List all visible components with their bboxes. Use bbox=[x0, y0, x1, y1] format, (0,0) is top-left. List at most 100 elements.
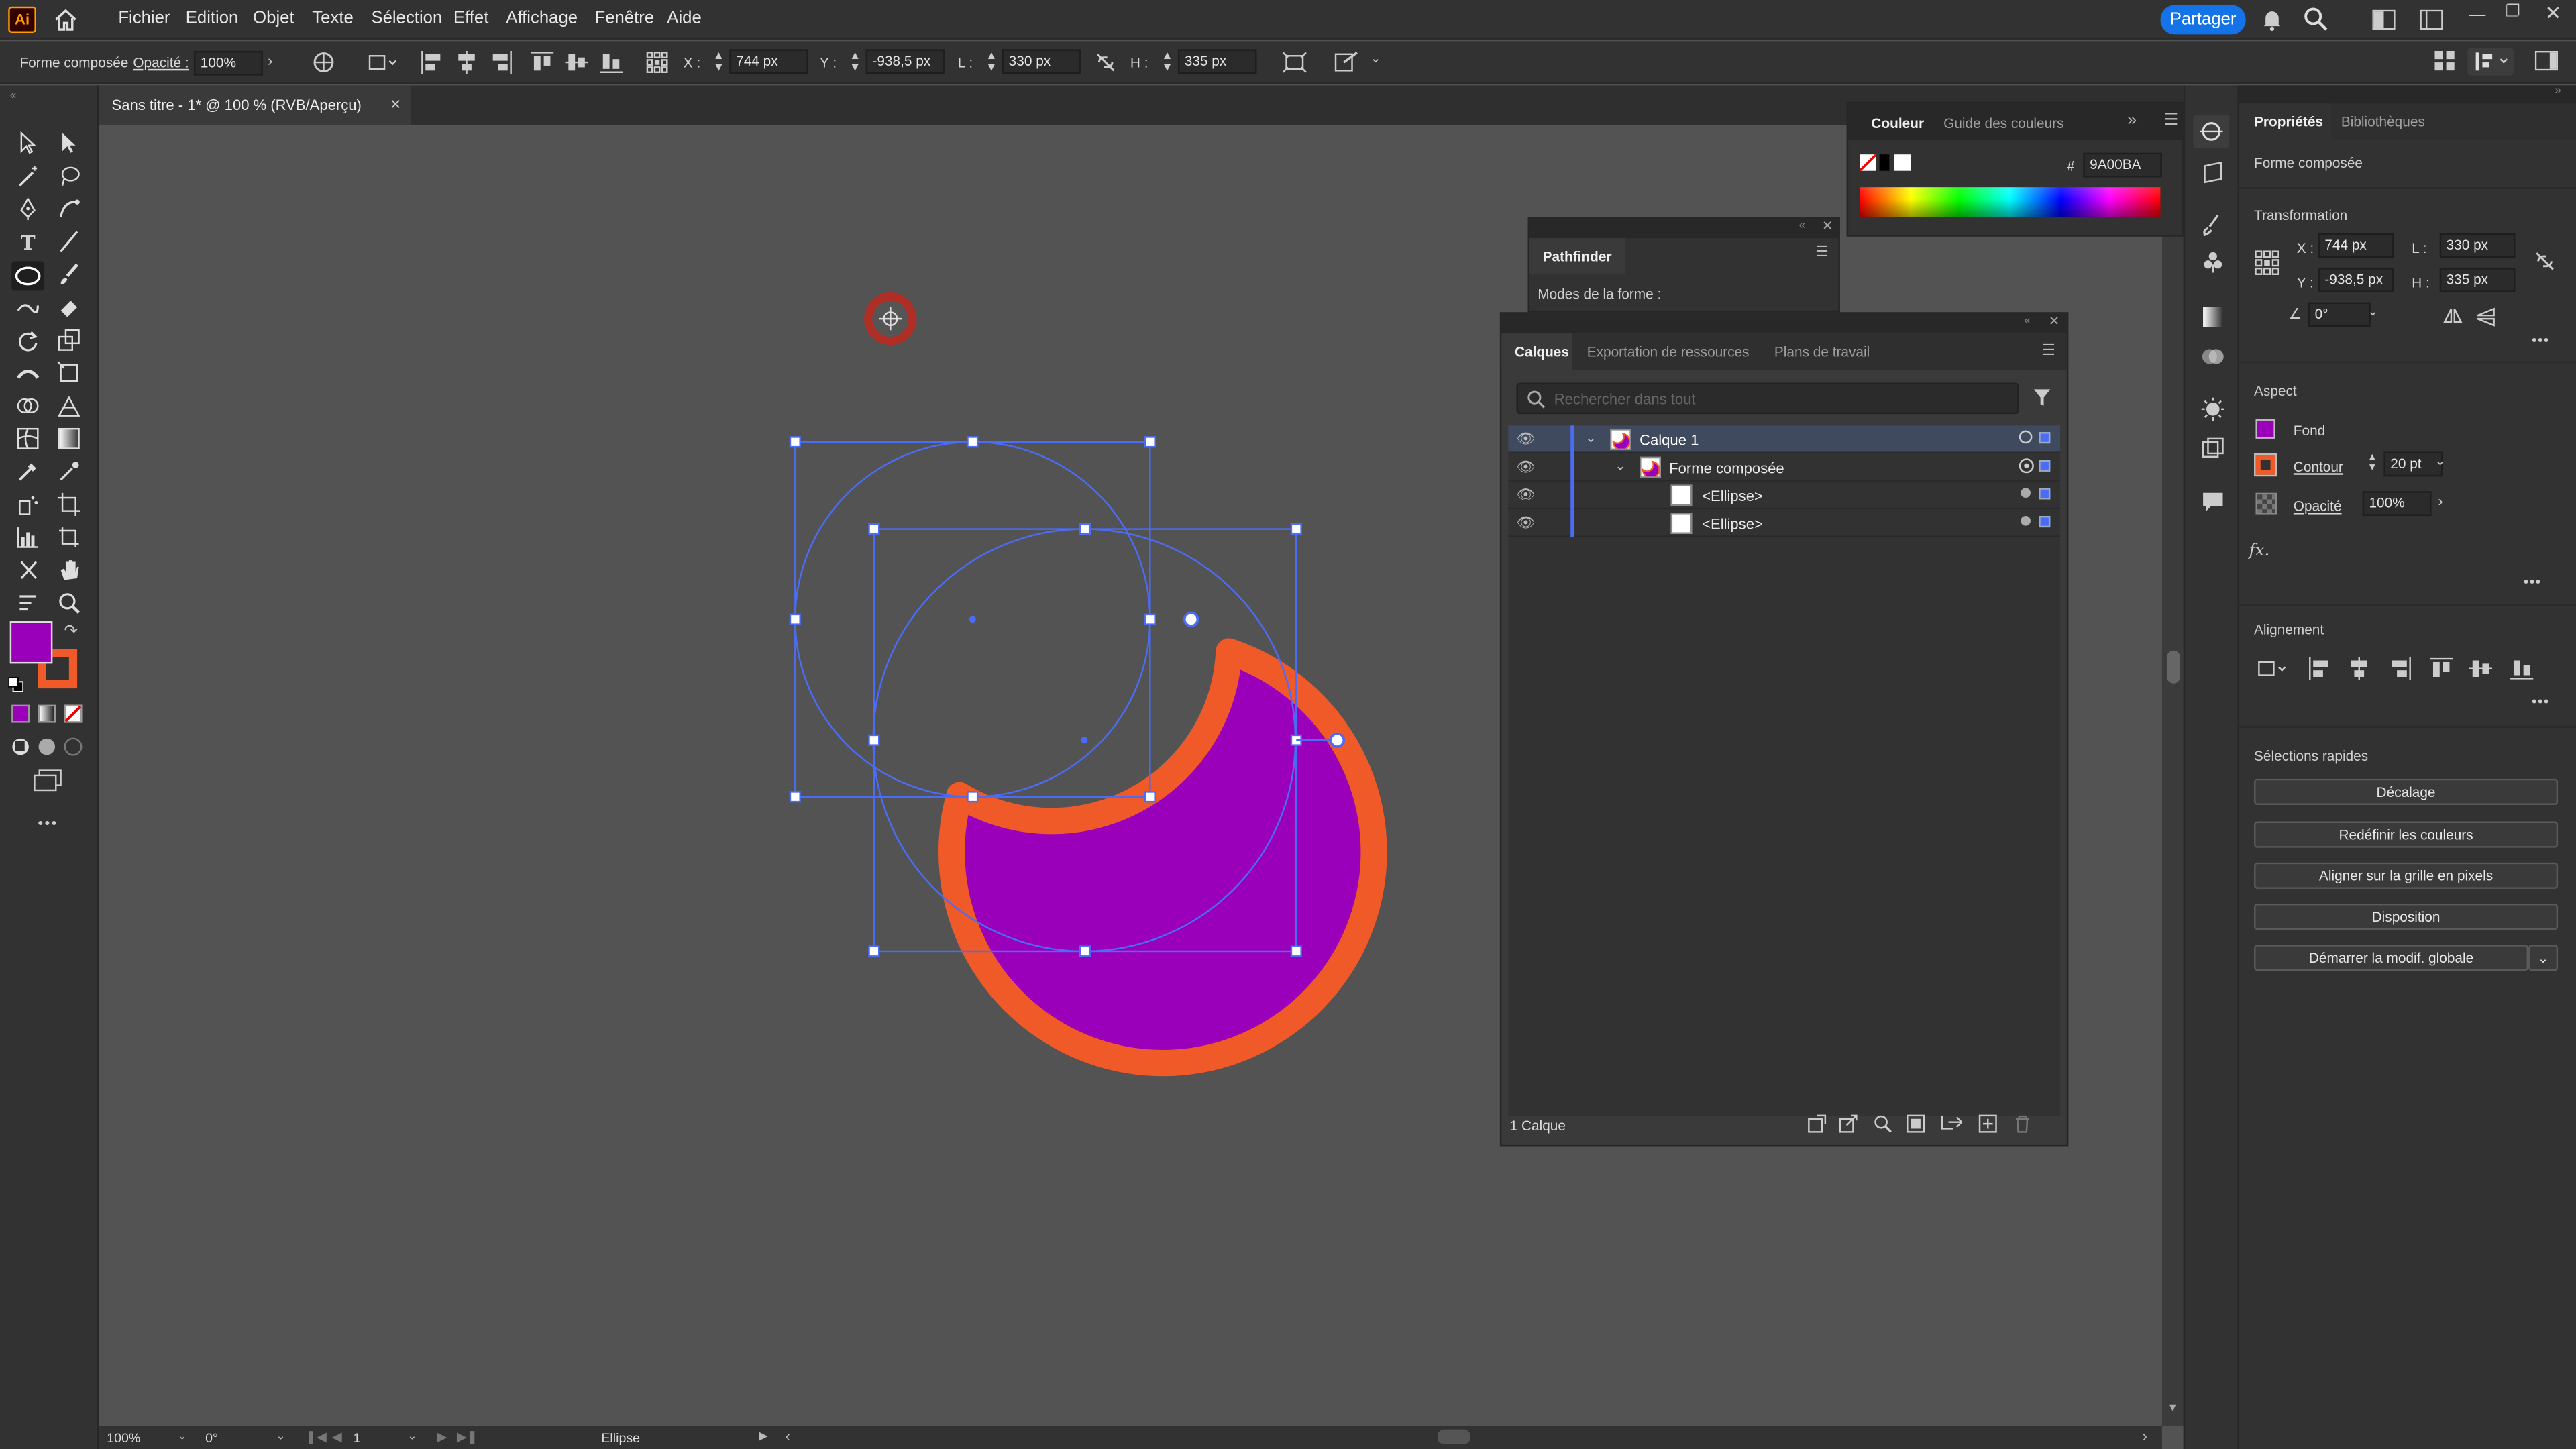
artboard-number[interactable]: 1 bbox=[354, 1431, 361, 1446]
panel-arrange-icon[interactable] bbox=[2434, 50, 2455, 74]
align-bottom-icon[interactable] bbox=[599, 51, 623, 77]
blend-tool-icon[interactable] bbox=[56, 460, 82, 486]
align-hcenter-icon[interactable] bbox=[455, 50, 478, 77]
gradient-panel-icon[interactable] bbox=[2202, 306, 2224, 332]
target-circle-icon[interactable] bbox=[2021, 488, 2031, 498]
fx-button[interactable]: fx. bbox=[2249, 542, 2270, 560]
menu-selection[interactable]: Sélection bbox=[371, 8, 442, 28]
target-circle-icon[interactable] bbox=[2019, 430, 2033, 444]
chevron-down-icon[interactable]: ⌄ bbox=[2434, 453, 2445, 468]
last-artboard-icon[interactable]: ▶❚ bbox=[457, 1430, 478, 1444]
opacity-label[interactable]: Opacité bbox=[2294, 498, 2342, 514]
selection-indicator[interactable] bbox=[2039, 460, 2051, 472]
menu-aide[interactable]: Aide bbox=[667, 8, 701, 28]
collapse-toolbox-icon[interactable]: « bbox=[10, 91, 17, 102]
align-vcenter-icon[interactable] bbox=[2469, 657, 2493, 684]
eraser-tool-icon[interactable] bbox=[56, 296, 82, 322]
reference-point-icon[interactable] bbox=[2254, 250, 2280, 279]
export-icon[interactable] bbox=[1838, 1114, 1858, 1136]
selection-tool-icon[interactable] bbox=[15, 131, 41, 158]
shape-builder-tool-icon[interactable] bbox=[15, 394, 41, 421]
x-stepper-icon[interactable]: ▲ ▼ bbox=[713, 51, 724, 74]
chevron-down-icon[interactable]: ⌄ bbox=[2367, 304, 2378, 319]
transparency-icon[interactable] bbox=[2202, 345, 2224, 371]
more-aspect-options[interactable]: ••• bbox=[2524, 574, 2542, 590]
layer-row-forme-composee[interactable]: 👁 ⌄ Forme composée bbox=[1508, 453, 2061, 482]
prop-h-field[interactable]: 335 px bbox=[2439, 268, 2516, 292]
eyedropper-tool-icon[interactable] bbox=[15, 460, 41, 486]
minimize-icon[interactable]: — bbox=[2469, 7, 2485, 26]
share-button[interactable]: Partager bbox=[2160, 5, 2246, 35]
color-black-swatch[interactable] bbox=[1879, 154, 1890, 171]
collapse-layers-icon[interactable]: « bbox=[2024, 315, 2031, 327]
scissors-tool-icon[interactable] bbox=[15, 559, 41, 585]
color-spectrum[interactable] bbox=[1860, 187, 2161, 217]
layers-menu-icon[interactable]: ☰ bbox=[2042, 341, 2055, 360]
constrain-proportions-icon[interactable] bbox=[2533, 250, 2556, 276]
align-left-icon[interactable] bbox=[2308, 657, 2331, 684]
control-h-field[interactable]: 335 px bbox=[1177, 49, 1257, 74]
prop-x-field[interactable]: 744 px bbox=[2318, 233, 2394, 258]
tab-guide-couleurs[interactable]: Guide des couleurs bbox=[1943, 115, 2063, 131]
reference-point-icon[interactable] bbox=[645, 51, 668, 77]
visibility-eye-icon[interactable]: 👁 bbox=[1516, 431, 1535, 449]
hand-tool-icon[interactable] bbox=[56, 559, 82, 585]
slice-tool-icon[interactable] bbox=[56, 526, 82, 552]
align-hcenter-icon[interactable] bbox=[2348, 657, 2371, 684]
flip-vertical-icon[interactable] bbox=[2476, 307, 2496, 330]
more-transform-options[interactable]: ••• bbox=[2532, 332, 2550, 348]
pixel-align-button[interactable]: Aligner sur la grille en pixels bbox=[2254, 862, 2559, 889]
properties-panel-icon[interactable] bbox=[2193, 115, 2230, 148]
pen-tool-icon[interactable] bbox=[15, 197, 41, 223]
home-icon[interactable] bbox=[52, 8, 78, 31]
tab-couleur[interactable]: Couleur bbox=[1871, 115, 1924, 131]
arrange-documents-icon[interactable] bbox=[2420, 9, 2443, 30]
collapse-properties-icon[interactable]: » bbox=[2555, 85, 2561, 97]
symbol-sprayer-tool-icon[interactable] bbox=[15, 493, 41, 519]
clipping-mask-icon[interactable] bbox=[1906, 1114, 1925, 1136]
recolor-globe-icon[interactable] bbox=[312, 51, 335, 74]
brushes-icon[interactable] bbox=[2202, 213, 2224, 239]
scale-tool-icon[interactable] bbox=[56, 329, 82, 355]
align-bottom-icon[interactable] bbox=[2510, 657, 2534, 684]
scroll-left-icon[interactable]: ‹ bbox=[786, 1428, 790, 1444]
align-right-icon[interactable] bbox=[490, 50, 513, 77]
rotation-value[interactable]: 0° bbox=[205, 1431, 218, 1446]
target-circle-icon[interactable] bbox=[2019, 458, 2034, 474]
ellipse-tool-icon[interactable] bbox=[11, 261, 45, 291]
global-edit-dropdown[interactable]: ⌄ bbox=[2528, 945, 2559, 971]
control-w-field[interactable]: 330 px bbox=[1002, 49, 1081, 74]
chevron-down-icon[interactable]: ⌄ bbox=[177, 1430, 186, 1442]
panel-toggle-icon[interactable] bbox=[2534, 50, 2559, 74]
control-opacity-field[interactable]: 100% bbox=[193, 50, 263, 76]
rotate-tool-icon[interactable] bbox=[15, 329, 41, 355]
control-x-field[interactable]: 744 px bbox=[729, 49, 808, 74]
tab-plans-travail[interactable]: Plans de travail bbox=[1774, 343, 1870, 360]
transform-icon[interactable] bbox=[1281, 51, 1307, 77]
filter-icon[interactable] bbox=[2032, 388, 2051, 411]
stroke-color-swatch[interactable] bbox=[2254, 453, 2277, 477]
gradient-tool-icon[interactable] bbox=[56, 427, 82, 453]
align-left-icon[interactable] bbox=[421, 50, 443, 77]
w-stepper-icon[interactable]: ▲ ▼ bbox=[985, 51, 997, 74]
chevron-right-icon[interactable]: › bbox=[2438, 493, 2443, 509]
fill-swatch[interactable] bbox=[9, 621, 53, 664]
menu-objet[interactable]: Objet bbox=[253, 8, 294, 28]
layer-row-ellipse[interactable]: 👁 <Ellipse> bbox=[1508, 509, 2061, 537]
more-align-options[interactable]: ••• bbox=[2532, 693, 2550, 709]
next-artboard-icon[interactable]: ▶ bbox=[437, 1430, 447, 1444]
free-transform-tool-icon[interactable] bbox=[56, 360, 82, 388]
visibility-eye-icon[interactable]: 👁 bbox=[1516, 486, 1535, 504]
prop-y-field[interactable]: -938,5 px bbox=[2318, 268, 2394, 292]
align-top-icon[interactable] bbox=[531, 51, 554, 77]
chevron-right-icon[interactable]: › bbox=[268, 52, 272, 68]
chevron-down-icon[interactable]: ⌄ bbox=[276, 1430, 285, 1442]
comments-icon[interactable] bbox=[2202, 490, 2224, 516]
pathfinder-menu-icon[interactable]: ☰ bbox=[1815, 243, 1829, 261]
opacity-field[interactable]: 100% bbox=[2362, 491, 2432, 516]
new-sublayer-icon[interactable] bbox=[1940, 1114, 1963, 1136]
mesh-tool-icon[interactable] bbox=[15, 427, 41, 453]
isolate-icon[interactable] bbox=[1334, 51, 1360, 77]
global-edit-button[interactable]: Démarrer la modif. globale bbox=[2254, 945, 2529, 971]
layer-row-ellipse[interactable]: 👁 <Ellipse> bbox=[1508, 481, 2061, 510]
